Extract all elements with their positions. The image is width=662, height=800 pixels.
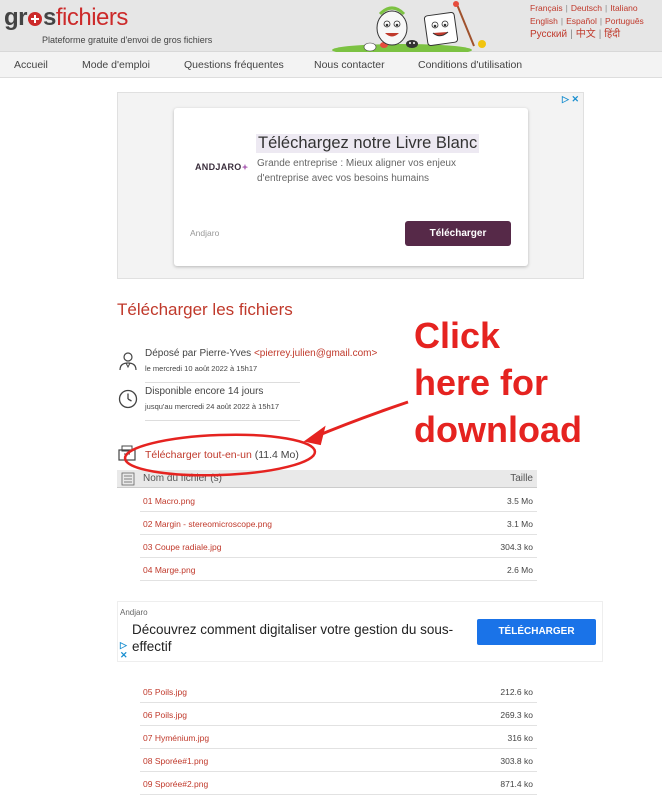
language-selector: Français | Deutsch | Italiano English | Españo… bbox=[530, 3, 644, 40]
annotation-arrowhead bbox=[303, 425, 326, 446]
lang-french[interactable]: Français bbox=[530, 3, 563, 13]
main-nav: Accueil Mode d'emploi Questions fréquent… bbox=[0, 52, 662, 78]
availability-info: Disponible encore 14 jours jusqu'au merc… bbox=[117, 386, 302, 420]
file-name[interactable]: 06 Poils.jpg bbox=[143, 710, 187, 720]
uploader-text: Déposé par Pierre-Yves <pierrey.julien@g… bbox=[145, 348, 378, 359]
nav-item-home[interactable]: Accueil bbox=[14, 59, 48, 71]
clock-icon bbox=[118, 389, 138, 409]
file-name[interactable]: 02 Margin - stereomicroscope.png bbox=[143, 519, 272, 529]
file-size: 2.6 Mo bbox=[507, 565, 533, 575]
ad-title[interactable]: Découvrez comment digitaliser votre gest… bbox=[132, 621, 472, 655]
file-row[interactable]: 08 Sporée#1.png 303.8 ko bbox=[140, 749, 537, 772]
annotation-text: Click here for download bbox=[414, 315, 582, 450]
column-header-size[interactable]: Taille bbox=[510, 473, 533, 484]
file-size: 871.4 ko bbox=[500, 779, 533, 789]
column-header-filename[interactable]: Nom du fichier (s) bbox=[143, 473, 222, 484]
site-tagline: Plateforme gratuite d'envoi de gros fich… bbox=[42, 35, 213, 45]
ad-download-button[interactable]: Télécharger bbox=[405, 221, 511, 246]
nav-item-faq[interactable]: Questions fréquentes bbox=[184, 59, 284, 71]
lang-hindi[interactable]: हिंदी bbox=[604, 29, 620, 40]
nav-item-contact[interactable]: Nous contacter bbox=[314, 59, 385, 71]
file-name[interactable]: 09 Sporée#2.png bbox=[143, 779, 208, 789]
nav-item-terms[interactable]: Conditions d'utilisation bbox=[418, 59, 522, 71]
file-size: 269.3 ko bbox=[500, 710, 533, 720]
adchoices-icon[interactable]: ▷ ✕ bbox=[562, 94, 579, 105]
ad-banner-top[interactable]: ▷ ✕ Téléchargez notre Livre Blanc ANDJAR… bbox=[117, 92, 584, 279]
file-row[interactable]: 02 Margin - stereomicroscope.png 3.1 Mo bbox=[140, 512, 537, 535]
file-name[interactable]: 07 Hyménium.jpg bbox=[143, 733, 209, 743]
uploader-email[interactable]: <pierrey.julien@gmail.com> bbox=[254, 348, 377, 359]
file-name[interactable]: 08 Sporée#1.png bbox=[143, 756, 208, 766]
ad-body-text: Grande entreprise : Mieux aligner vos en… bbox=[257, 158, 456, 184]
lang-italian[interactable]: Italiano bbox=[610, 3, 637, 13]
ad-banner-inline[interactable]: Andjaro Découvrez comment digitaliser vo… bbox=[117, 601, 603, 662]
lang-english[interactable]: English bbox=[530, 16, 558, 26]
swiss-cross-icon bbox=[28, 12, 42, 26]
file-size: 316 ko bbox=[507, 733, 533, 743]
availability-text: Disponible encore 14 jours bbox=[145, 386, 264, 397]
file-row[interactable]: 05 Poils.jpg 212.6 ko bbox=[140, 680, 537, 703]
file-row[interactable]: 07 Hyménium.jpg 316 ko bbox=[140, 726, 537, 749]
file-size: 212.6 ko bbox=[500, 687, 533, 697]
ad-advertiser: Andjaro bbox=[190, 228, 220, 238]
lang-russian[interactable]: Русский bbox=[530, 29, 567, 40]
ad-download-button[interactable]: TÉLÉCHARGER bbox=[477, 619, 596, 645]
nav-item-user-guide[interactable]: Mode d'emploi bbox=[82, 59, 150, 71]
ad-brand-logo: ANDJARO✦ bbox=[195, 162, 249, 172]
upload-date: le mercredi 10 août 2022 à 15h17 bbox=[145, 364, 258, 373]
file-size: 3.1 Mo bbox=[507, 519, 533, 529]
site-header: gr sfichiers Plateforme gratuite d'envoi … bbox=[0, 0, 662, 52]
ad-card[interactable]: Téléchargez notre Livre Blanc ANDJARO✦ G… bbox=[174, 108, 528, 266]
file-name[interactable]: 01 Macro.png bbox=[143, 496, 195, 506]
adchoices-icon[interactable]: ▷ ✕ bbox=[120, 640, 128, 660]
file-name[interactable]: 04 Marge.png bbox=[143, 565, 195, 575]
file-name[interactable]: 05 Poils.jpg bbox=[143, 687, 187, 697]
logo-text-fichiers: fichiers bbox=[55, 4, 129, 31]
user-icon bbox=[119, 352, 137, 371]
archive-icon bbox=[118, 445, 136, 461]
file-row[interactable]: 06 Poils.jpg 269.3 ko bbox=[140, 703, 537, 726]
list-icon bbox=[121, 472, 135, 486]
file-size: 304.3 ko bbox=[500, 542, 533, 552]
lang-spanish[interactable]: Español bbox=[566, 16, 597, 26]
logo-text-s: s bbox=[43, 4, 56, 31]
ad-title: Téléchargez notre Livre Blanc bbox=[256, 134, 480, 153]
file-size: 3.5 Mo bbox=[507, 496, 533, 506]
mascots-illustration bbox=[332, 1, 486, 52]
expiry-date: jusqu'au mercredi 24 août 2022 à 15h17 bbox=[145, 402, 280, 411]
download-all-link[interactable]: Télécharger tout-en-un (11.4 Mo) bbox=[145, 449, 299, 461]
file-table-header: Nom du fichier (s) Taille bbox=[117, 470, 537, 488]
file-size: 303.8 ko bbox=[500, 756, 533, 766]
lang-portuguese[interactable]: Português bbox=[605, 16, 644, 26]
file-name[interactable]: 03 Coupe radiale.jpg bbox=[143, 542, 221, 552]
file-row[interactable]: 04 Marge.png 2.6 Mo bbox=[140, 558, 537, 581]
site-logo[interactable]: gr sfichiers bbox=[4, 4, 128, 32]
ad-advertiser: Andjaro bbox=[120, 608, 148, 617]
annotation-arrow bbox=[311, 400, 409, 440]
divider bbox=[145, 382, 300, 383]
download-all-size: (11.4 Mo) bbox=[254, 449, 299, 461]
logo-text-gr: gr bbox=[4, 4, 28, 31]
divider bbox=[145, 420, 300, 421]
page-title: Télécharger les fichiers bbox=[117, 300, 293, 319]
file-row[interactable]: 01 Macro.png 3.5 Mo bbox=[140, 489, 537, 512]
lang-german[interactable]: Deutsch bbox=[571, 3, 602, 13]
lang-chinese[interactable]: 中文 bbox=[576, 29, 596, 40]
file-row[interactable]: 03 Coupe radiale.jpg 304.3 ko bbox=[140, 535, 537, 558]
uploader-info: Déposé par Pierre-Yves <pierrey.julien@g… bbox=[117, 348, 377, 382]
file-row[interactable]: 09 Sporée#2.png 871.4 ko bbox=[140, 772, 537, 795]
